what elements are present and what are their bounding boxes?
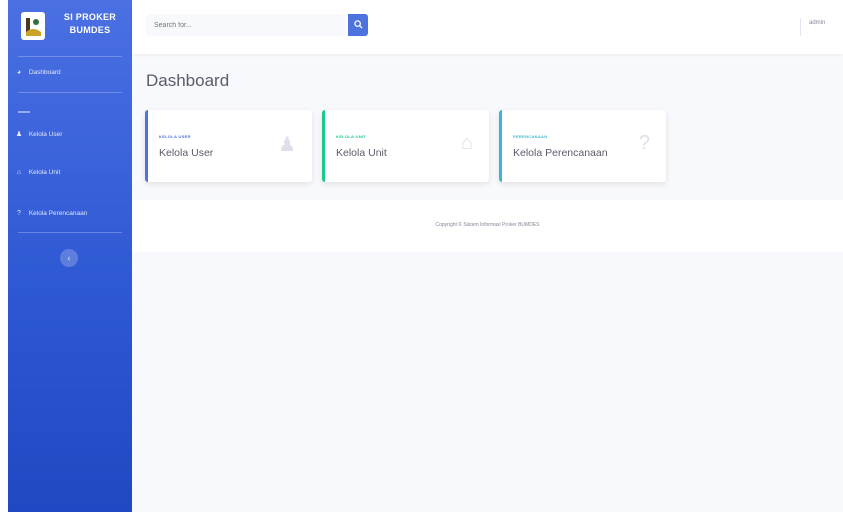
user-icon: ♟ [15, 131, 23, 138]
brand-line-1: SI PROKER [63, 12, 117, 22]
brand-logo-icon [26, 18, 41, 36]
search-input[interactable] [146, 14, 346, 36]
card-subtitle: PERENCANAAN [513, 134, 548, 139]
sidebar-brand[interactable]: SI PROKER BUMDES [8, 0, 132, 52]
card-kelola-unit[interactable]: KELOLA UNIT Kelola Unit ⌂ [322, 110, 489, 182]
sidebar: SI PROKER BUMDES ◕ Dashboard ♟ Kelola Us… [8, 0, 132, 512]
sidebar-item-label: Kelola Unit [28, 169, 61, 176]
topbar: admin [132, 0, 843, 54]
tachometer-icon: ◕ [16, 69, 22, 76]
sidebar-item-label: Kelola User [28, 131, 63, 138]
content-wrapper: admin Dashboard KELOLA USER Kelola User … [132, 0, 843, 512]
card-subtitle: KELOLA USER [159, 134, 191, 139]
sidebar-item-label: Dashboard [28, 69, 61, 76]
sidebar-item-label: Kelola Perencanaan [28, 210, 88, 217]
sidebar-divider [18, 92, 122, 93]
home-icon: ⌂ [460, 132, 473, 154]
page-title: Dashboard [146, 71, 230, 90]
topbar-divider [800, 18, 801, 36]
brand-line-2: BUMDES [69, 25, 111, 35]
card-subtitle: KELOLA UNIT [336, 134, 367, 139]
brand-logo [21, 12, 45, 40]
card-kelola-user[interactable]: KELOLA USER Kelola User ♟ [145, 110, 312, 182]
sidebar-toggle-button[interactable]: ‹ [60, 249, 78, 267]
sidebar-item-dashboard[interactable]: ◕ Dashboard [14, 66, 130, 80]
sidebar-heading [18, 110, 30, 116]
sidebar-item-kelola-user[interactable]: ♟ Kelola User [14, 128, 130, 142]
user-icon: ♟ [278, 134, 296, 156]
copyright-text: Copyright © Sistem Informasi Proker BUMD… [435, 222, 540, 228]
footer: Copyright © Sistem Informasi Proker BUMD… [132, 200, 843, 252]
search-button[interactable] [348, 14, 368, 36]
sidebar-item-kelola-unit[interactable]: ⌂ Kelola Unit [14, 166, 130, 180]
sidebar-divider [18, 56, 122, 57]
card-kelola-perencanaan[interactable]: PERENCANAAN Kelola Perencanaan ? [499, 110, 666, 182]
user-menu[interactable]: admin [809, 20, 825, 26]
card-title: Kelola Unit [336, 147, 387, 159]
sidebar-divider [18, 232, 122, 233]
card-title: Kelola User [159, 147, 214, 159]
sidebar-heading-mark [18, 111, 30, 113]
question-icon: ? [17, 210, 21, 217]
question-icon: ? [638, 132, 650, 154]
home-icon: ⌂ [16, 169, 22, 176]
brand-name: SI PROKER BUMDES [52, 11, 128, 37]
chevron-left-icon: ‹ [67, 253, 71, 263]
card-title: Kelola Perencanaan [513, 147, 608, 159]
sidebar-item-kelola-perencanaan[interactable]: ? Kelola Perencanaan [14, 207, 130, 221]
search-icon [353, 20, 363, 29]
